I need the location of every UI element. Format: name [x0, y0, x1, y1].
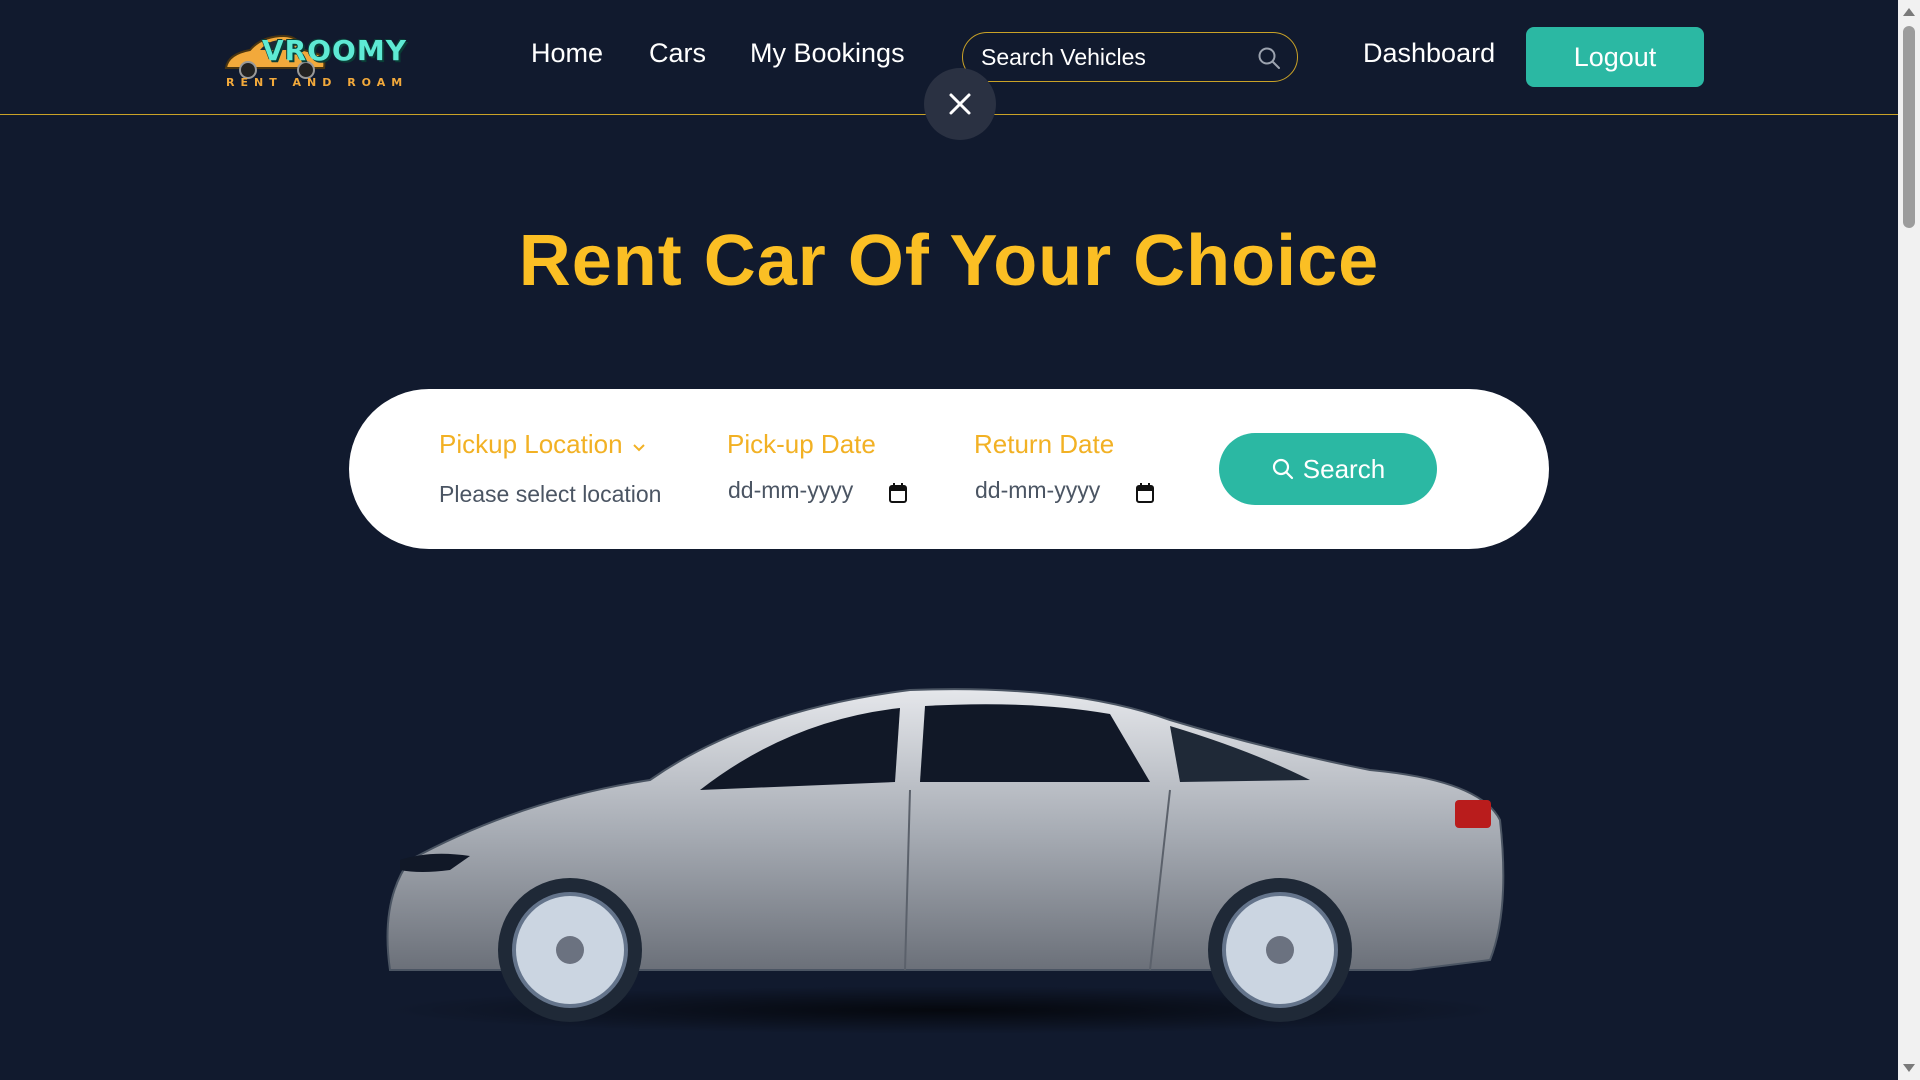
chevron-down-icon[interactable] [632, 443, 646, 453]
page-scrollbar[interactable] [1898, 0, 1920, 1080]
search-icon[interactable] [1257, 46, 1281, 70]
close-icon [949, 93, 971, 115]
return-date-label: Return Date [974, 429, 1115, 459]
search-icon [1272, 458, 1293, 480]
vehicle-search-input[interactable] [981, 41, 1241, 73]
nav-home-link[interactable]: Home [531, 38, 603, 69]
hero-title: Rent Car Of Your Choice [518, 221, 1380, 301]
pickup-date-input[interactable]: dd-mm-yyyy [728, 477, 853, 504]
page: VROOMY RENT AND ROAM Home Cars My Bookin… [0, 0, 1920, 1080]
close-button[interactable] [924, 68, 996, 140]
booking-form: Pickup Location Please select location P… [349, 389, 1549, 549]
scroll-up-arrow[interactable] [1903, 8, 1915, 16]
scroll-down-arrow[interactable] [1903, 1064, 1915, 1072]
return-date-input[interactable]: dd-mm-yyyy [975, 477, 1100, 504]
calendar-icon[interactable] [1136, 483, 1154, 503]
scroll-thumb[interactable] [1903, 26, 1915, 228]
logout-button[interactable]: Logout [1526, 27, 1704, 87]
vehicle-search-box [962, 32, 1298, 82]
pickup-date-label: Pick-up Date [727, 429, 876, 459]
car-image [385, 688, 1505, 1034]
brand-logo[interactable]: VROOMY RENT AND ROAM [222, 24, 406, 94]
nav-cars-link[interactable]: Cars [649, 38, 706, 69]
brand-tagline: RENT AND ROAM [226, 76, 409, 89]
brand-name: VROOMY [262, 34, 407, 67]
calendar-icon[interactable] [889, 483, 907, 503]
search-button-label: Search [1302, 453, 1386, 484]
nav-dashboard-link[interactable]: Dashboard [1363, 38, 1495, 69]
nav-my-bookings-link[interactable]: My Bookings [750, 38, 905, 69]
pickup-location-label[interactable]: Pickup Location [439, 429, 623, 460]
pickup-location-value[interactable]: Please select location [439, 481, 661, 508]
search-button[interactable]: Search [1219, 433, 1437, 505]
